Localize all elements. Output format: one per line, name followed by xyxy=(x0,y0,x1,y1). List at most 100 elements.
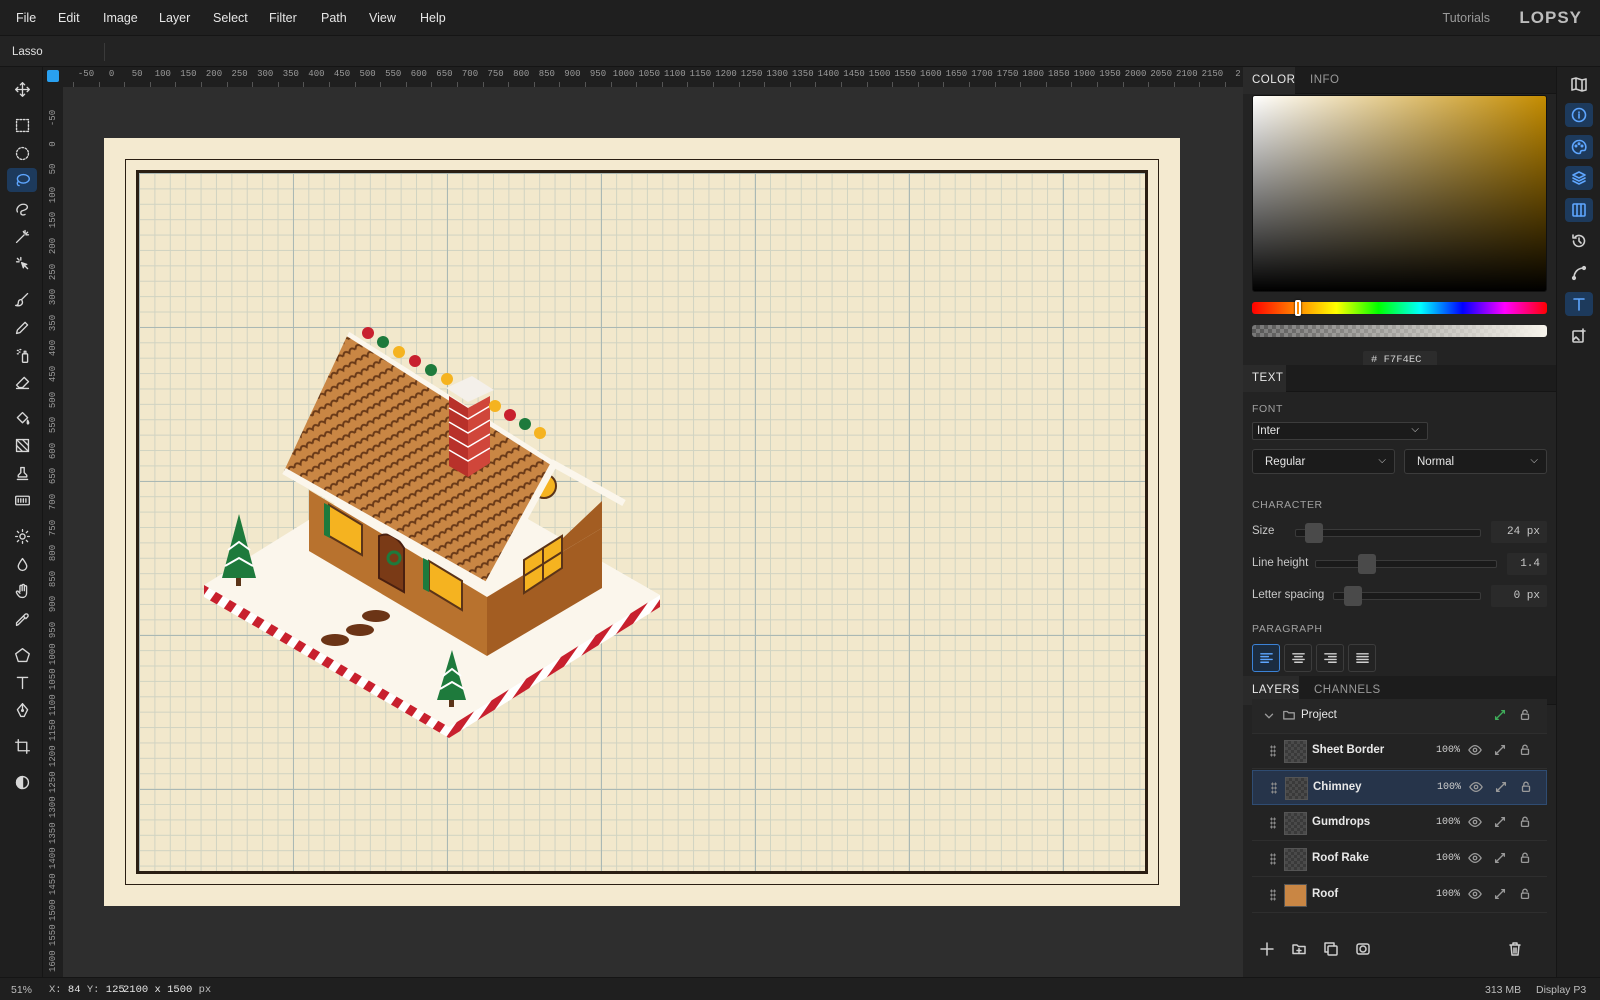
eye-icon[interactable] xyxy=(1468,815,1484,831)
size-slider-thumb[interactable] xyxy=(1305,523,1323,543)
menu-help[interactable]: Help xyxy=(420,11,446,25)
text-icon[interactable] xyxy=(1565,292,1593,316)
text-tool[interactable] xyxy=(7,670,37,694)
drag-handle-icon[interactable] xyxy=(1270,889,1276,901)
line-height-input[interactable]: 1.4 xyxy=(1507,553,1547,575)
path-curve-icon[interactable] xyxy=(1565,261,1593,285)
layer-row[interactable]: Sheet Border 100% xyxy=(1252,734,1547,769)
eye-icon[interactable] xyxy=(1468,743,1484,759)
ellipse-select-tool[interactable] xyxy=(7,141,37,165)
layer-row-selected[interactable]: Chimney 100% xyxy=(1252,770,1547,805)
layer-row[interactable]: Roof Rake 100% xyxy=(1252,842,1547,877)
tab-info[interactable]: INFO xyxy=(1310,74,1339,86)
eye-icon[interactable] xyxy=(1469,780,1485,796)
tab-layers[interactable]: LAYERS xyxy=(1252,684,1300,696)
link-effects-icon[interactable] xyxy=(1493,851,1509,867)
tab-text[interactable]: TEXT xyxy=(1252,372,1283,384)
font-weight-select[interactable]: Regular ⌵ xyxy=(1252,449,1395,474)
layer-opacity[interactable]: 100% xyxy=(1436,817,1460,828)
duplicate-layer-button[interactable] xyxy=(1323,941,1343,961)
menu-select[interactable]: Select xyxy=(213,11,248,25)
drag-handle-icon[interactable] xyxy=(1270,745,1276,757)
eye-icon[interactable] xyxy=(1468,851,1484,867)
layers-icon[interactable] xyxy=(1565,166,1593,190)
gingerbread-house-illustration[interactable] xyxy=(104,138,1180,906)
chevron-down-icon[interactable] xyxy=(1262,709,1278,725)
mask-layer-button[interactable] xyxy=(1355,941,1375,961)
font-style-select[interactable]: Normal ⌵ xyxy=(1404,449,1547,474)
align-left-button[interactable] xyxy=(1252,644,1280,672)
object-select-tool[interactable] xyxy=(7,251,37,275)
layer-group-project[interactable]: Project xyxy=(1252,699,1547,734)
palette-icon[interactable] xyxy=(1565,135,1593,159)
menu-path[interactable]: Path xyxy=(321,11,347,25)
menu-file[interactable]: File xyxy=(16,11,36,25)
magic-wand-tool[interactable] xyxy=(7,224,37,248)
drag-handle-icon[interactable] xyxy=(1271,782,1277,794)
canvas-area[interactable] xyxy=(63,87,1243,977)
columns-icon[interactable] xyxy=(1565,198,1593,222)
dodge-tool[interactable] xyxy=(7,524,37,548)
delete-layer-button[interactable] xyxy=(1507,941,1527,961)
blur-tool[interactable] xyxy=(7,552,37,576)
letter-spacing-input[interactable]: 0 px xyxy=(1491,585,1547,607)
ruler-origin-marker[interactable] xyxy=(47,70,59,82)
history-icon[interactable] xyxy=(1565,229,1593,253)
tutorials-link[interactable]: Tutorials xyxy=(1443,11,1490,25)
bucket-tool[interactable] xyxy=(7,406,37,430)
polygon-tool[interactable] xyxy=(7,643,37,667)
layer-opacity[interactable]: 100% xyxy=(1436,889,1460,900)
rect-select-tool[interactable] xyxy=(7,113,37,137)
align-center-button[interactable] xyxy=(1284,644,1312,672)
move-tool[interactable] xyxy=(7,77,37,101)
pencil-tool[interactable] xyxy=(7,315,37,339)
quick-select-tool[interactable] xyxy=(7,196,37,220)
lock-icon[interactable] xyxy=(1518,708,1534,724)
link-effects-icon[interactable] xyxy=(1493,815,1509,831)
map-icon[interactable] xyxy=(1565,72,1593,96)
brush-tool[interactable] xyxy=(7,287,37,311)
crop-tool[interactable] xyxy=(7,734,37,758)
link-effects-icon[interactable] xyxy=(1493,708,1509,724)
align-right-button[interactable] xyxy=(1316,644,1344,672)
tab-channels[interactable]: CHANNELS xyxy=(1314,684,1381,696)
add-layer-button[interactable] xyxy=(1259,941,1279,961)
size-slider[interactable] xyxy=(1295,523,1481,543)
link-effects-icon[interactable] xyxy=(1493,887,1509,903)
new-group-button[interactable] xyxy=(1291,941,1311,961)
eye-icon[interactable] xyxy=(1468,887,1484,903)
vertical-ruler[interactable]: -50 0 50 100 150 200 250 300 350 400 450 500 550 600 6… xyxy=(43,87,63,977)
drag-handle-icon[interactable] xyxy=(1270,853,1276,865)
layer-opacity[interactable]: 100% xyxy=(1436,745,1460,756)
menu-view[interactable]: View xyxy=(369,11,396,25)
lock-icon[interactable] xyxy=(1518,815,1534,831)
lock-icon[interactable] xyxy=(1518,743,1534,759)
menu-image[interactable]: Image xyxy=(103,11,138,25)
hand-tool[interactable] xyxy=(7,579,37,603)
font-family-select[interactable]: Inter ⌵ xyxy=(1252,422,1428,440)
menu-edit[interactable]: Edit xyxy=(58,11,80,25)
letter-spacing-slider-thumb[interactable] xyxy=(1344,586,1362,606)
letter-spacing-slider[interactable] xyxy=(1333,586,1481,606)
pen-tool[interactable] xyxy=(7,698,37,722)
layer-row[interactable]: Gumdrops 100% xyxy=(1252,806,1547,841)
hue-slider-thumb[interactable] xyxy=(1295,300,1301,316)
lock-icon[interactable] xyxy=(1518,887,1534,903)
horizontal-ruler[interactable]: -50 0 50 100 150 200 250 300 350 400 450 500 550 600 6… xyxy=(63,67,1243,87)
spray-tool[interactable] xyxy=(7,343,37,367)
drag-handle-icon[interactable] xyxy=(1270,817,1276,829)
layer-opacity[interactable]: 100% xyxy=(1437,782,1461,793)
eyedropper-tool[interactable] xyxy=(7,607,37,631)
zoom-level[interactable]: 51% xyxy=(11,984,32,996)
line-height-slider-thumb[interactable] xyxy=(1358,554,1376,574)
lock-icon[interactable] xyxy=(1518,851,1534,867)
eraser-tool[interactable] xyxy=(7,370,37,394)
artboard[interactable] xyxy=(104,138,1180,906)
color-picker-field[interactable] xyxy=(1252,95,1547,292)
size-input[interactable]: 24 px xyxy=(1491,521,1547,543)
menu-filter[interactable]: Filter xyxy=(269,11,297,25)
link-effects-icon[interactable] xyxy=(1494,780,1510,796)
stamp-tool[interactable] xyxy=(7,461,37,485)
line-height-slider[interactable] xyxy=(1315,554,1497,574)
alpha-slider[interactable] xyxy=(1252,325,1547,337)
